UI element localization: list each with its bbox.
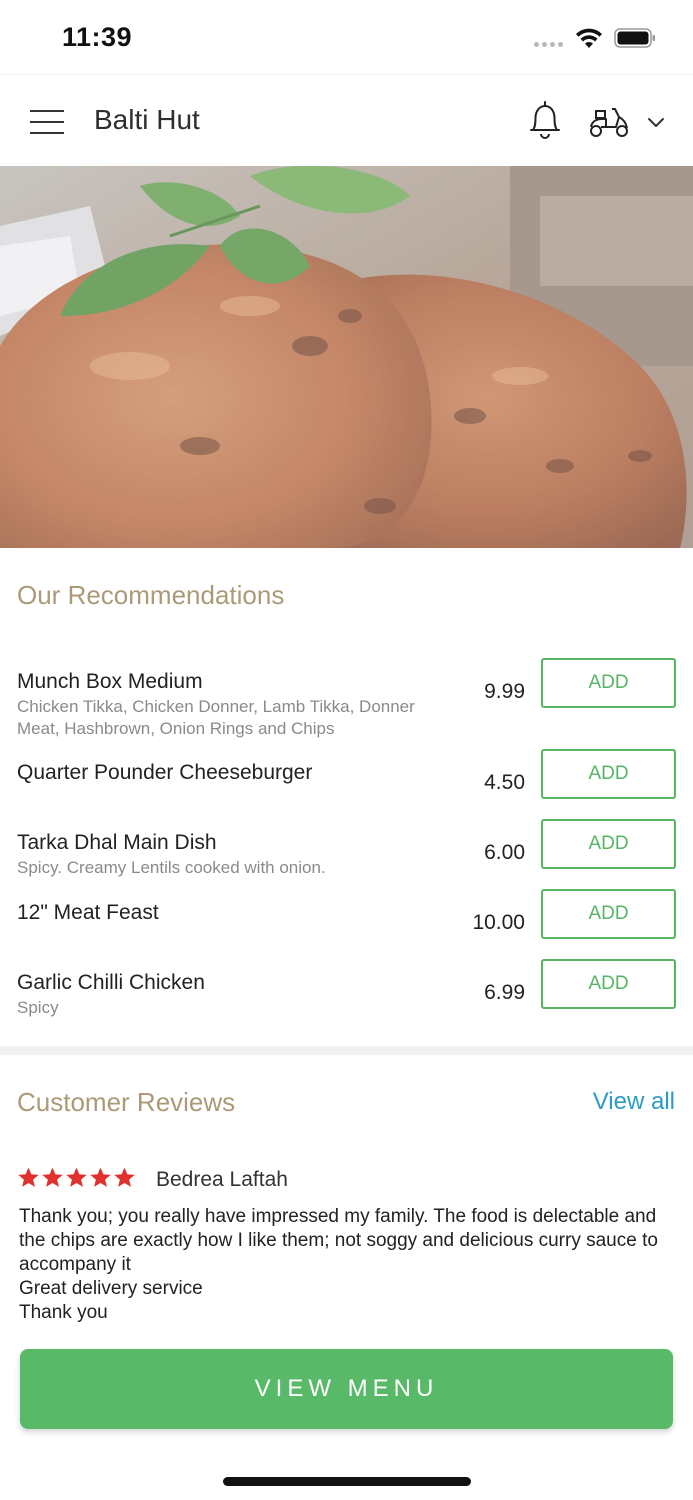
reviews-title: Customer Reviews [17,1087,236,1117]
status-time: 11:39 [62,22,133,52]
item-name: Quarter Pounder Cheeseburger [17,761,313,784]
item-price: 6.99 [484,981,525,1004]
menu-icon[interactable] [30,110,64,134]
item-price: 4.50 [484,771,525,794]
chevron-down-icon[interactable] [646,115,666,129]
top-nav-bar: Balti Hut [0,74,693,166]
add-button[interactable]: ADD [541,959,676,1009]
item-price: 6.00 [484,841,525,864]
star-icon [66,1167,87,1187]
view-all-reviews-link[interactable]: View all [593,1088,675,1116]
star-icon [18,1167,39,1187]
item-name: Tarka Dhal Main Dish [17,831,217,854]
item-description: Spicy [17,998,59,1017]
section-divider [0,1046,693,1055]
star-icon [114,1167,135,1187]
hero-food-image [0,166,693,548]
item-name: 12" Meat Feast [17,901,159,924]
star-icon [42,1167,63,1187]
add-button[interactable]: ADD [541,749,676,799]
add-button[interactable]: ADD [541,889,676,939]
restaurant-name: Balti Hut [94,104,200,135]
scooter-icon[interactable] [588,105,630,139]
item-name: Garlic Chilli Chicken [17,971,205,994]
status-bar: 11:39 [0,0,693,70]
star-icon [90,1167,111,1187]
wifi-icon [576,28,602,48]
battery-icon [614,28,655,48]
star-rating [17,1166,136,1189]
item-price: 10.00 [472,911,525,934]
add-button[interactable]: ADD [541,658,676,708]
review-text: Thank you; you really have impressed my … [19,1206,658,1323]
item-name: Munch Box Medium [17,670,203,693]
reviewer-name: Bedrea Laftah [156,1168,288,1191]
view-menu-button[interactable]: VIEW MENU [20,1349,673,1429]
item-description: Spicy. Creamy Lentils cooked with onion. [17,858,326,877]
cellular-signal-icon [534,42,563,47]
item-price: 9.99 [484,680,525,703]
bell-icon[interactable] [526,99,564,141]
home-indicator [223,1477,471,1486]
recommendations-title: Our Recommendations [17,580,285,610]
item-description: Chicken Tikka, Chicken Donner, Lamb Tikk… [17,697,415,738]
add-button[interactable]: ADD [541,819,676,869]
